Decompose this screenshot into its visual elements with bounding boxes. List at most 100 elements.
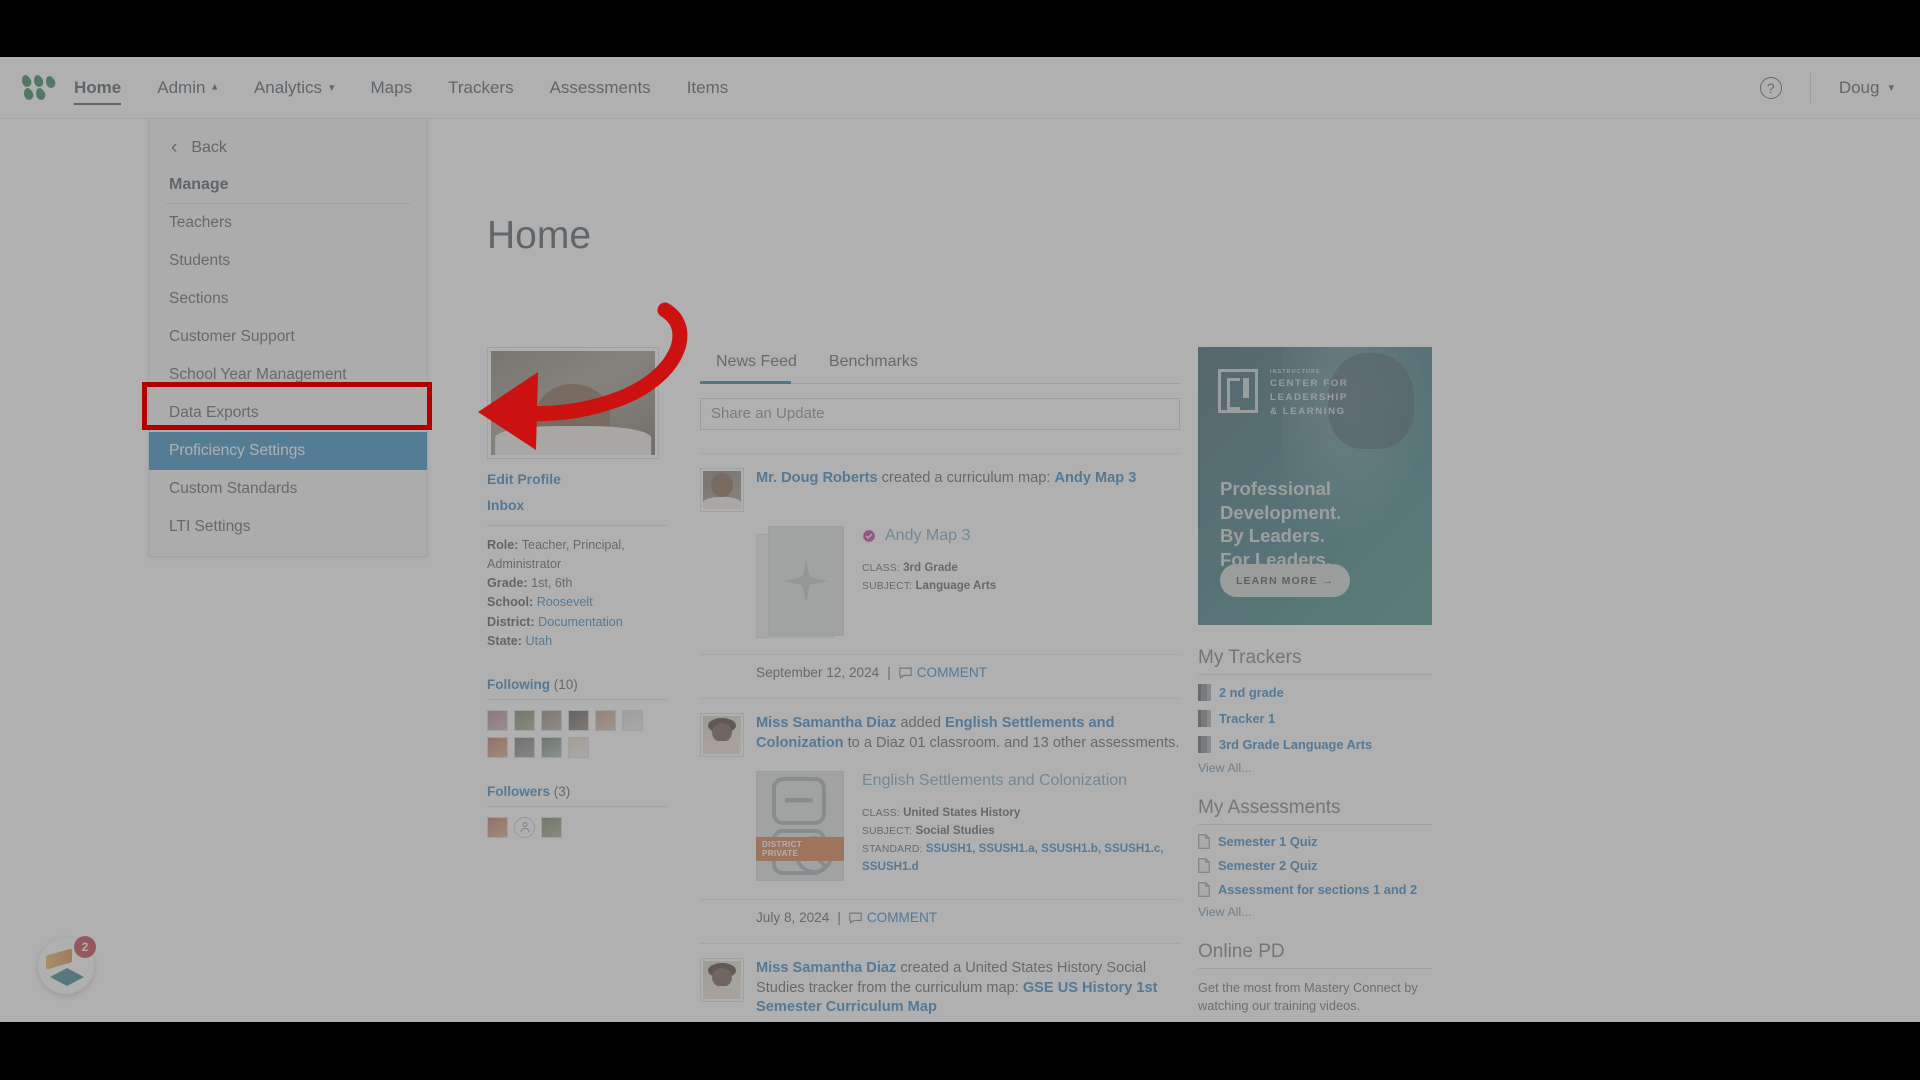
inbox-link[interactable]: Inbox: [487, 497, 667, 513]
profile-meta-state-key: State:: [487, 633, 522, 648]
avatar[interactable]: [541, 736, 562, 758]
avatar[interactable]: [568, 736, 589, 758]
post-date: September 12, 2024: [756, 665, 880, 680]
post-author-link[interactable]: Mr. Doug Roberts: [756, 470, 878, 486]
menu-item-sections[interactable]: Sections: [149, 280, 427, 318]
avatar[interactable]: [541, 816, 562, 838]
profile-meta-role: Role: Teacher, Principal, Administrator: [487, 536, 667, 574]
comment-icon: [849, 912, 862, 924]
chevron-up-icon: ▾: [212, 81, 218, 93]
nav-item-home[interactable]: Home: [56, 57, 139, 119]
post-target-link[interactable]: Andy Map 3: [1054, 470, 1136, 486]
post-card-fields: CLASS: 3rd Grade SUBJECT: Language Arts: [862, 559, 1180, 595]
comment-label: COMMENT: [866, 910, 938, 925]
menu-item-customer-support[interactable]: Customer Support: [149, 318, 427, 356]
tracker-icon: [1198, 710, 1211, 727]
field-label-subject: SUBJECT:: [862, 580, 913, 592]
following-avatars: [487, 709, 662, 758]
help-icon[interactable]: ?: [1759, 76, 1782, 99]
avatar[interactable]: [595, 709, 616, 731]
menu-back-button[interactable]: ‹ Back: [149, 125, 427, 170]
support-chat-widget[interactable]: 2: [38, 936, 96, 994]
comment-button[interactable]: COMMENT: [898, 665, 987, 680]
profile-meta-district-link[interactable]: Documentation: [538, 615, 623, 629]
tracker-item[interactable]: Tracker 1: [1198, 710, 1432, 727]
tracker-item-label: 3rd Grade Language Arts: [1219, 737, 1373, 752]
tracker-item[interactable]: 2 nd grade: [1198, 684, 1432, 701]
learn-more-button[interactable]: LEARN MORE →: [1220, 564, 1350, 597]
user-menu-button[interactable]: Doug ▾: [1839, 78, 1894, 98]
tab-benchmarks-label: Benchmarks: [828, 353, 918, 370]
avatar[interactable]: [622, 709, 643, 731]
assessment-item[interactable]: Semester 2 Quiz: [1198, 858, 1432, 873]
menu-item-custom-standards[interactable]: Custom Standards: [149, 470, 427, 508]
feed-post: Mr. Doug Roberts created a curriculum ma…: [700, 453, 1180, 680]
admin-dropdown-menu: ‹ Back Manage Teachers Students Sections…: [148, 119, 428, 557]
tab-benchmarks[interactable]: Benchmarks: [813, 347, 934, 383]
field-value-class: 3rd Grade: [903, 560, 958, 574]
nav-item-maps[interactable]: Maps: [353, 57, 431, 119]
assessment-thumbnail[interactable]: DISTRICT PRIVATE: [756, 771, 844, 883]
post-author-link[interactable]: Miss Samantha Diaz: [756, 715, 896, 731]
nav-item-analytics[interactable]: Analytics ▾: [236, 57, 353, 119]
avatar[interactable]: [514, 736, 535, 758]
avatar[interactable]: [487, 709, 508, 731]
post-footer: July 8, 2024 | COMMENT: [700, 899, 1180, 925]
assessment-item[interactable]: Semester 1 Quiz: [1198, 834, 1432, 849]
chat-widget-top-shape: [46, 948, 72, 970]
nav-item-assessments[interactable]: Assessments: [532, 57, 669, 119]
followers-heading[interactable]: Followers (3): [487, 784, 667, 799]
menu-item-students[interactable]: Students: [149, 242, 427, 280]
profile-divider: [487, 525, 667, 526]
assessment-item[interactable]: Assessment for sections 1 and 2: [1198, 882, 1432, 897]
person-placeholder-icon[interactable]: [514, 816, 535, 838]
avatar[interactable]: [568, 709, 589, 731]
menu-item-proficiency-settings[interactable]: Proficiency Settings: [149, 432, 427, 470]
post-card-title[interactable]: Andy Map 3: [862, 526, 1180, 547]
user-avatar-large: [487, 347, 659, 459]
promo-brand-line3: & LEARNING: [1270, 406, 1346, 418]
nav-item-trackers-label: Trackers: [448, 77, 514, 97]
post-card-title-text: English Settlements and Colonization: [862, 772, 1128, 789]
profile-meta-state-link[interactable]: Utah: [526, 634, 553, 648]
promo-banner[interactable]: INSTRUCTURE CENTER FOR LEADERSHIP & LEAR…: [1198, 347, 1432, 625]
comment-button[interactable]: COMMENT: [849, 910, 937, 925]
followers-divider: [487, 805, 667, 807]
post-summary: Miss Samantha Diaz created a United Stat…: [756, 958, 1180, 1018]
menu-item-teachers[interactable]: Teachers: [149, 204, 427, 242]
post-card-title[interactable]: English Settlements and Colonization: [862, 771, 1180, 792]
promo-brand-line2: LEADERSHIP: [1270, 392, 1348, 404]
menu-item-data-exports[interactable]: Data Exports: [149, 394, 427, 432]
menu-item-lti-settings[interactable]: LTI Settings: [149, 508, 427, 546]
nav-item-admin-label: Admin: [157, 77, 206, 97]
assessments-view-all-link[interactable]: View All...: [1198, 905, 1432, 919]
tab-news-feed[interactable]: News Feed: [700, 347, 813, 384]
nav-item-items[interactable]: Items: [669, 57, 747, 119]
avatar[interactable]: [541, 709, 562, 731]
nav-item-trackers[interactable]: Trackers: [430, 57, 532, 119]
edit-profile-link[interactable]: Edit Profile: [487, 471, 667, 487]
nav-item-admin[interactable]: Admin ▾: [139, 57, 236, 119]
instructure-logo[interactable]: [20, 73, 57, 101]
post-separator: |: [887, 665, 891, 680]
following-heading[interactable]: Following (10): [487, 677, 667, 692]
avatar[interactable]: [700, 958, 744, 1002]
avatar[interactable]: [700, 713, 744, 757]
tracker-item[interactable]: 3rd Grade Language Arts: [1198, 736, 1432, 753]
profile-meta-school-link[interactable]: Roosevelt: [537, 595, 593, 609]
avatar[interactable]: [487, 736, 508, 758]
avatar[interactable]: [487, 816, 508, 838]
post-author-link[interactable]: Miss Samantha Diaz: [756, 960, 896, 976]
post-summary: Miss Samantha Diaz added English Settlem…: [756, 713, 1180, 757]
avatar[interactable]: [700, 468, 744, 512]
chat-unread-badge: 2: [74, 936, 96, 958]
profile-meta-district: District: Documentation: [487, 613, 667, 632]
curriculum-map-thumbnail[interactable]: [756, 526, 844, 638]
avatar[interactable]: [514, 709, 535, 731]
trackers-view-all-link[interactable]: View All...: [1198, 761, 1432, 775]
share-update-input[interactable]: [700, 398, 1180, 430]
menu-item-school-year-management[interactable]: School Year Management: [149, 356, 427, 394]
assessment-icon: [772, 777, 833, 875]
tracker-item-label: Tracker 1: [1219, 711, 1276, 726]
online-pd-description: Get the most from Mastery Connect by wat…: [1198, 980, 1418, 1014]
